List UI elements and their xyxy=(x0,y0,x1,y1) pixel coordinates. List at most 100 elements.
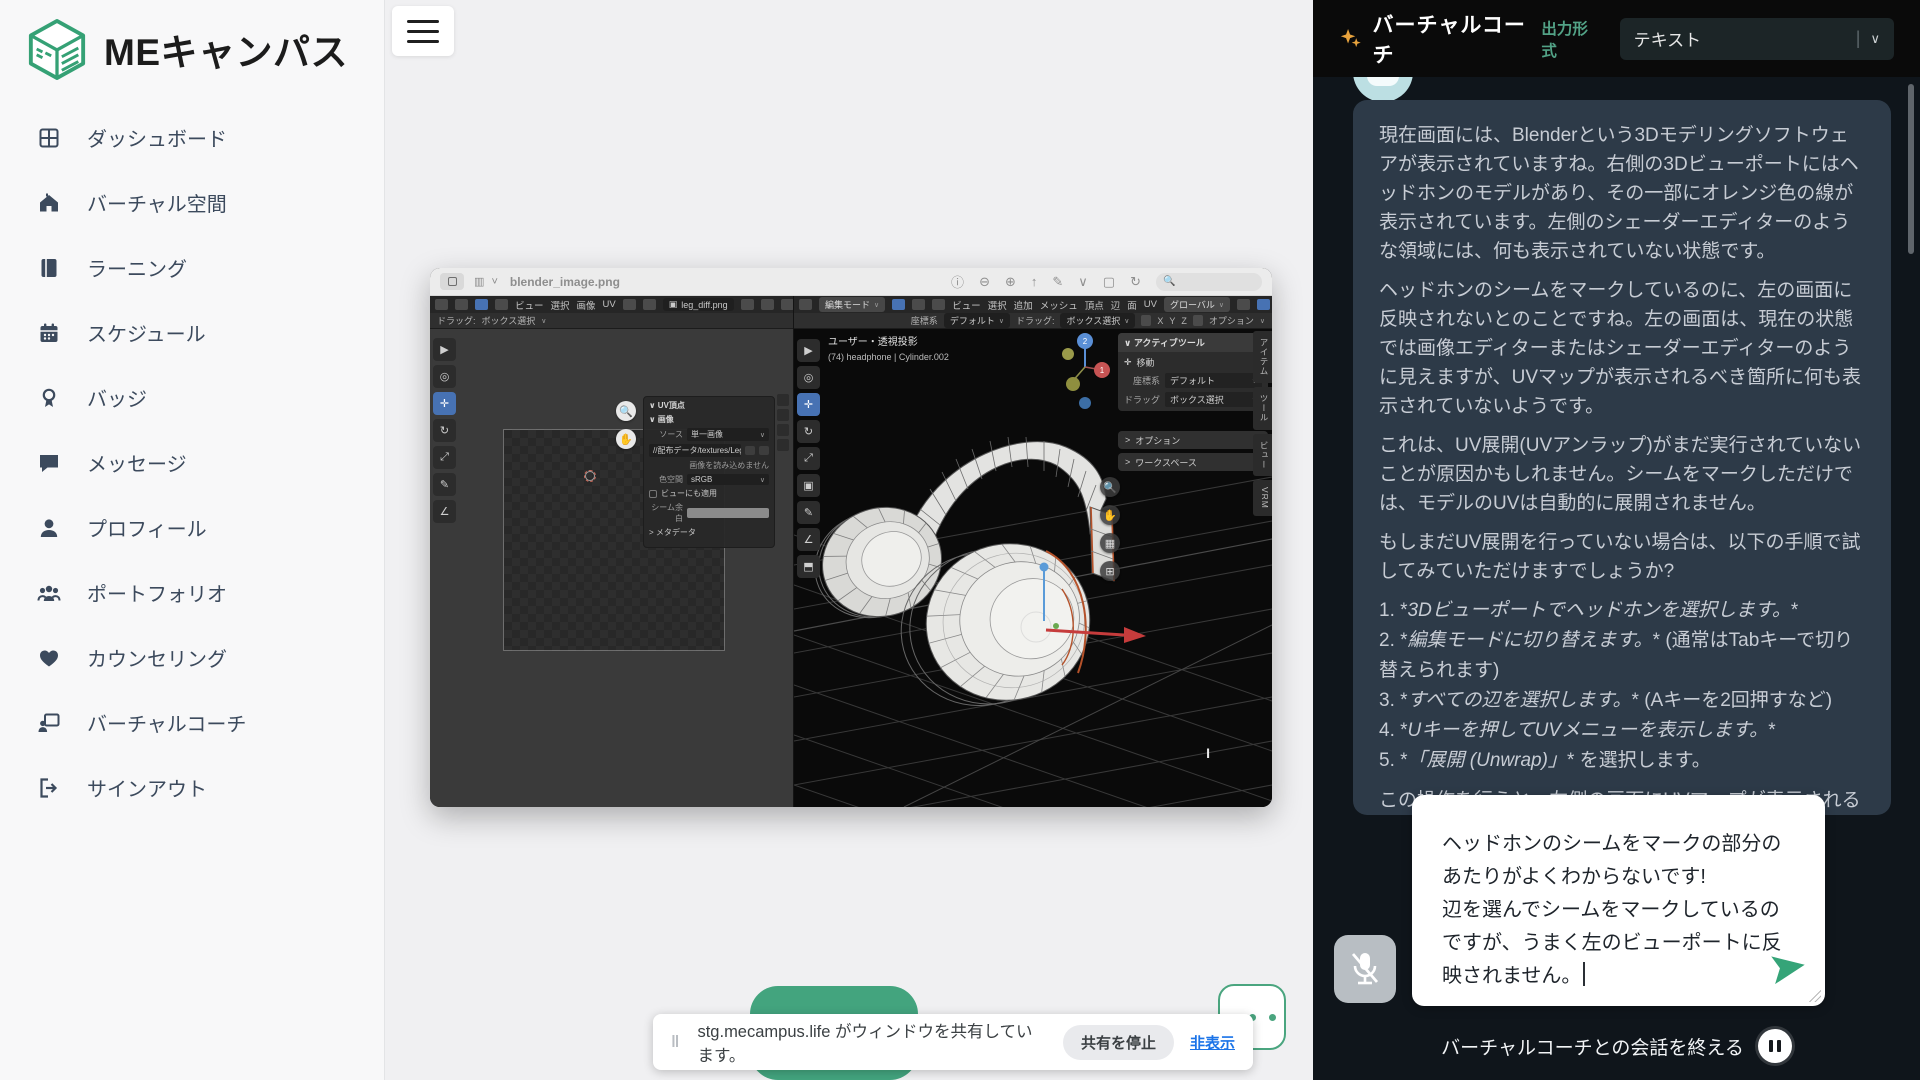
logo-text: MEキャンパス xyxy=(104,22,348,76)
sidebar-item-virtual-space[interactable]: バーチャル空間 xyxy=(0,170,385,235)
sidebar-item-message[interactable]: メッセージ xyxy=(0,430,385,495)
viewport-header: 編集モード∨ ビュー 選択 追加 メッシュ 頂点 辺 面 UV グローバル∨ xyxy=(794,296,1272,313)
zoom-out-icon[interactable]: ⊖ xyxy=(979,274,990,290)
step-line: 1. *3Dビューポートでヘッドホンを選択します。* xyxy=(1379,596,1865,626)
pivot-icon xyxy=(623,299,636,310)
message-paragraph: これは、UV展開(UVアンラップ)がまだ実行されていないことが原因かもしれません… xyxy=(1379,431,1865,518)
hamburger-menu-button[interactable] xyxy=(392,6,454,56)
output-format-label: 出力形式 xyxy=(1541,17,1597,61)
zoom-widget-icon: 🔍 xyxy=(1100,477,1120,497)
tweak-tool-icon: ◎ xyxy=(797,366,820,389)
move-tool-icon: ✛ xyxy=(433,392,456,415)
markup-pencil-icon[interactable]: ✎ xyxy=(1052,274,1063,290)
sidebar-item-label: サインアウト xyxy=(87,773,207,802)
share-icon[interactable]: ↑ xyxy=(1031,274,1038,289)
chat-scrollbar[interactable] xyxy=(1908,84,1914,254)
snap-icon xyxy=(643,299,656,310)
tab-view: ビュー xyxy=(1253,434,1272,477)
sidebar-item-virtual-coach[interactable]: バーチャルコーチ xyxy=(0,690,385,755)
tab-tool: ツール xyxy=(1253,387,1272,430)
drag-handle-icon[interactable]: ‖ xyxy=(671,1032,681,1052)
cursor-tool-icon: ▶ xyxy=(433,338,456,361)
viewport-toolbar: ▶ ◎ ✛ ↻ ⤢ ▣ ✎ ∠ ⬒ xyxy=(797,339,820,578)
options-icon xyxy=(1193,315,1203,326)
seam-value-slider xyxy=(687,508,769,518)
preview-search-input[interactable]: 🔍 xyxy=(1156,273,1262,291)
source-label: ソース xyxy=(649,429,683,440)
menu-edge: 辺 xyxy=(1111,298,1121,312)
menu-image: 画像 xyxy=(577,298,596,312)
viewport-nav-widgets: 🔍 ✋ ▦ ⊞ xyxy=(1100,477,1120,581)
medal-icon xyxy=(37,386,61,410)
sidebar-item-portfolio[interactable]: ポートフォリオ xyxy=(0,560,385,625)
pause-icon xyxy=(1769,1040,1773,1052)
pause-conversation-button[interactable] xyxy=(1758,1029,1792,1063)
send-button[interactable] xyxy=(1771,952,1807,984)
window-control-button[interactable] xyxy=(440,273,464,290)
sidebar-item-learning[interactable]: ラーニング xyxy=(0,235,385,300)
stop-sharing-button[interactable]: 共有を停止 xyxy=(1063,1025,1174,1060)
sidebar-item-profile[interactable]: プロフィール xyxy=(0,495,385,560)
menu-vertex: 頂点 xyxy=(1085,298,1104,312)
output-format-select[interactable]: テキスト | ∨ xyxy=(1620,18,1894,60)
chat-input[interactable]: ヘッドホンのシームをマークの部分のあたりがよくわからないです! 辺を選んでシーム… xyxy=(1412,795,1825,1006)
message-paragraph: もしまだUV展開を行っていない場合は、以下の手順で試してみていただけますでしょう… xyxy=(1379,528,1865,586)
mode-icon xyxy=(475,299,488,310)
sidebar-toggle-icon[interactable]: ▥ ˅ xyxy=(474,275,500,288)
camera-view-icon: ▦ xyxy=(1100,533,1120,553)
step-line: 2. *編集モードに切り替えます。* (通常はTabキーで切り替えられます) xyxy=(1379,626,1865,686)
chevron-down-icon: ∨ xyxy=(1870,31,1880,47)
chevron-down-icon: ∨ xyxy=(1260,317,1265,325)
hide-link[interactable]: 非表示 xyxy=(1190,1032,1235,1053)
sidebar-item-dashboard[interactable]: ダッシュボード xyxy=(0,105,385,170)
sidebar: MEキャンパス ダッシュボード バーチャル空間 ラーニング スケジュール xyxy=(0,0,385,1080)
zoom-in-icon[interactable]: ⊕ xyxy=(1005,274,1016,290)
text-caret xyxy=(1583,962,1585,986)
navigation-gizmo: 2 1 xyxy=(1062,333,1110,409)
dashboard-icon xyxy=(37,126,61,150)
blender-uv-editor: ビュー 選択 画像 UV ▣leg_diff.png ドラッグ: ボックス選択 … xyxy=(430,296,793,807)
viewport-overlay-text: ユーザー・透視投影 (74) headphone | Cylinder.002 xyxy=(828,335,949,365)
sidebar-item-badge[interactable]: バッジ xyxy=(0,365,385,430)
sidebar-item-counseling[interactable]: カウンセリング xyxy=(0,625,385,690)
colorspace-label: 色空間 xyxy=(649,474,683,485)
side-tab-icon xyxy=(777,409,789,421)
coach-screen-icon xyxy=(37,711,61,735)
zoom-widget-icon: 🔍 xyxy=(616,401,636,421)
sidebar-item-label: バーチャル空間 xyxy=(87,188,227,217)
sidebar-nav: ダッシュボード バーチャル空間 ラーニング スケジュール バッジ メッセージ xyxy=(0,105,385,820)
me-cube-logo-icon xyxy=(26,18,88,80)
rotate-icon[interactable]: ↻ xyxy=(1130,274,1141,290)
sidebar-item-signout[interactable]: サインアウト xyxy=(0,755,385,820)
menu-uv: UV xyxy=(1144,299,1157,310)
rotate-tool-icon: ↻ xyxy=(797,420,820,443)
tweak-tool-icon: ◎ xyxy=(433,365,456,388)
crop-icon[interactable]: ▢ xyxy=(1103,274,1115,290)
mecampus-app: MEキャンパス ダッシュボード バーチャル空間 ラーニング スケジュール xyxy=(0,0,1920,1080)
view-option-label: ビューにも適用 xyxy=(661,488,717,499)
menu-select: 選択 xyxy=(988,298,1007,312)
chevron-down-icon[interactable]: ∨ xyxy=(1078,274,1088,290)
coord-label: 座標系 xyxy=(1124,374,1160,387)
axis-y: Y xyxy=(1169,316,1175,326)
measure-tool-icon: ∠ xyxy=(797,528,820,551)
face-select-icon xyxy=(932,299,945,310)
side-tab-icon xyxy=(777,439,789,451)
resize-handle[interactable] xyxy=(1809,990,1821,1002)
panel-section-image: ∨ 画像 xyxy=(649,414,769,425)
window-icon xyxy=(448,277,457,286)
menu-mesh: メッシュ xyxy=(1040,298,1078,312)
menu-add: 追加 xyxy=(1014,298,1033,312)
metadata-section: > メタデータ xyxy=(649,527,769,538)
coord-label: 座標系 xyxy=(911,314,938,327)
coord-value: デフォルト∨ xyxy=(944,313,1010,328)
image-name: leg_diff.png xyxy=(681,300,727,310)
logo[interactable]: MEキャンパス xyxy=(26,16,366,82)
open-image-icon xyxy=(781,299,794,310)
image-datablock-selector: ▣leg_diff.png xyxy=(663,298,734,311)
sidebar-item-schedule[interactable]: スケジュール xyxy=(0,300,385,365)
mic-muted-button[interactable] xyxy=(1334,935,1396,1003)
sidebar-item-label: メッセージ xyxy=(87,448,187,477)
info-icon[interactable]: ⓘ xyxy=(951,272,964,291)
axis-z: Z xyxy=(1181,316,1187,326)
